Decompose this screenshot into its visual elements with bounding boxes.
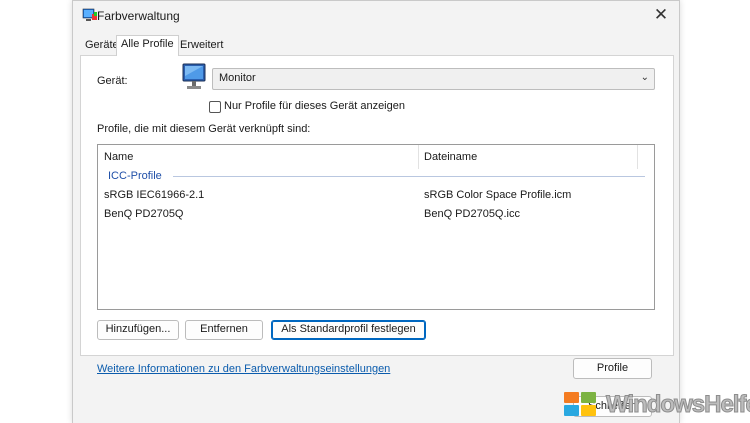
group-title-icc-profiles: ICC-Profile	[108, 170, 162, 182]
profiles-list[interactable]: Name Dateiname ICC-Profile sRGB IEC61966…	[97, 144, 655, 310]
chevron-down-icon: ⌄	[640, 72, 649, 83]
remove-profile-button[interactable]: Entfernen	[185, 320, 263, 340]
logo-tile	[564, 392, 579, 403]
profile-name: BenQ PD2705Q	[104, 208, 184, 220]
set-default-profile-button[interactable]: Als Standardprofil festlegen	[271, 320, 426, 340]
device-label: Gerät:	[97, 75, 128, 87]
logo-tile	[564, 405, 579, 416]
profile-name: sRGB IEC61966-2.1	[104, 189, 205, 201]
all-profiles-panel: Gerät: Monitor ⌄ Nur Profile für dieses …	[80, 55, 674, 356]
profile-filename: sRGB Color Space Profile.icm	[424, 189, 572, 201]
profiles-heading: Profile, die mit diesem Gerät verknüpft …	[97, 123, 311, 135]
close-window-button[interactable]: ✕	[649, 5, 673, 27]
color-management-app-icon	[82, 8, 97, 21]
color-management-window: Farbverwaltung ✕ Geräte Alle Profile Erw…	[72, 0, 680, 423]
device-select-value: Monitor	[219, 72, 256, 84]
monitor-icon	[182, 63, 206, 89]
logo-tile	[581, 405, 596, 416]
column-separator[interactable]	[637, 145, 638, 169]
tab-all-profiles[interactable]: Alle Profile	[116, 35, 179, 56]
windowshelfer-logo-icon	[564, 392, 598, 418]
profiles-button[interactable]: Profile	[573, 358, 652, 379]
group-divider	[173, 176, 645, 177]
add-profile-button[interactable]: Hinzufügen...	[97, 320, 179, 340]
column-header-filename[interactable]: Dateiname	[424, 145, 477, 169]
device-select[interactable]: Monitor ⌄	[212, 68, 655, 90]
column-separator[interactable]	[418, 145, 419, 169]
profile-filename: BenQ PD2705Q.icc	[424, 208, 520, 220]
window-title: Farbverwaltung	[97, 9, 180, 23]
title-bar: Farbverwaltung ✕	[73, 1, 679, 31]
logo-tile	[581, 392, 596, 403]
more-info-link[interactable]: Weitere Informationen zu den Farbverwalt…	[97, 363, 390, 375]
watermark: WindowsHelfer	[564, 391, 750, 422]
device-only-checkbox[interactable]	[209, 101, 221, 113]
device-only-checkbox-label[interactable]: Nur Profile für dieses Gerät anzeigen	[224, 100, 405, 112]
watermark-text: WindowsHelfer	[605, 391, 750, 419]
tab-advanced[interactable]: Erweitert	[176, 37, 227, 55]
column-header-name[interactable]: Name	[104, 145, 133, 169]
